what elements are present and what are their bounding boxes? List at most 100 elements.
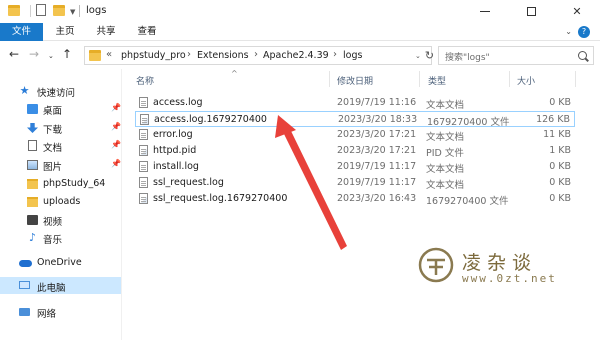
column-divider[interactable]	[329, 71, 330, 87]
tab-file[interactable]: 文件	[0, 23, 43, 41]
search-input[interactable]: 搜索"logs"	[438, 46, 594, 65]
minimize-button[interactable]	[462, 0, 508, 23]
new-folder-icon[interactable]	[53, 5, 65, 16]
sidebar-item-network[interactable]: 网络	[0, 303, 122, 320]
sidebar-item-documents[interactable]: 文档 📌	[0, 137, 122, 154]
sidebar-item-desktop[interactable]: 桌面 📌	[0, 100, 122, 117]
file-date: 2023/3/20 16:43	[337, 193, 417, 204]
address-row: ← → ⌄ ↑ « phpstudy_pro › Extensions › Ap…	[0, 41, 600, 69]
generic-file-icon	[140, 114, 149, 125]
tab-home[interactable]: 主页	[50, 23, 80, 41]
tab-share[interactable]: 共享	[91, 23, 121, 41]
refresh-icon[interactable]: ↻	[420, 47, 439, 64]
table-row[interactable]: ssl_request.log 2019/7/19 11:17 文本文档 0 K…	[135, 175, 575, 191]
table-row[interactable]: install.log 2019/7/19 11:17 文本文档 0 KB	[135, 159, 575, 175]
column-header-date[interactable]: 修改日期	[337, 74, 373, 87]
sidebar-item-this-pc[interactable]: 此电脑	[0, 277, 122, 294]
breadcrumb-logs[interactable]: logs	[343, 50, 362, 61]
download-icon	[27, 123, 38, 133]
pin-icon[interactable]: 📌	[111, 103, 121, 112]
picture-icon	[27, 160, 38, 170]
generic-file-icon	[139, 145, 148, 156]
file-type: 1679270400 文件	[426, 196, 509, 207]
breadcrumb-separator[interactable]: ›	[333, 49, 337, 60]
file-name: access.log.1679270400	[154, 114, 267, 125]
table-row[interactable]: access.log 2019/7/19 11:16 文本文档 0 KB	[135, 95, 575, 111]
help-icon[interactable]: ?	[578, 26, 590, 38]
column-divider[interactable]	[575, 71, 576, 87]
folder-icon	[27, 179, 38, 189]
sidebar-item-pictures[interactable]: 图片 📌	[0, 156, 122, 173]
up-arrow-icon[interactable]: ↑	[62, 48, 72, 60]
recent-locations-icon[interactable]: ⌄	[48, 50, 54, 62]
watermark-title: 凌杂谈	[462, 252, 538, 274]
breadcrumb-separator[interactable]: ›	[187, 49, 191, 60]
sidebar-item-label: 快速访问	[37, 88, 76, 99]
file-type: 1679270400 文件	[427, 117, 510, 128]
file-name: access.log	[153, 97, 203, 108]
column-header-type[interactable]: 类型	[428, 74, 446, 87]
sidebar-scrollbar[interactable]	[121, 69, 122, 340]
file-size: 0 KB	[549, 161, 571, 172]
title-bar: ▼ logs ✕	[0, 0, 600, 23]
folder-icon	[27, 197, 38, 207]
sidebar-item-downloads[interactable]: 下载 📌	[0, 119, 122, 136]
address-bar[interactable]: « phpstudy_pro › Extensions › Apache2.4.…	[84, 46, 432, 65]
back-arrow-icon[interactable]: ←	[9, 48, 19, 60]
file-size: 126 KB	[536, 114, 570, 125]
file-date: 2019/7/19 11:17	[337, 177, 417, 188]
sidebar-item-videos[interactable]: 视频	[0, 211, 122, 228]
sidebar-item-onedrive[interactable]: OneDrive	[0, 254, 122, 271]
table-row[interactable]: httpd.pid 2023/3/20 17:21 PID 文件 1 KB	[135, 143, 575, 159]
pin-icon[interactable]: 📌	[111, 140, 121, 149]
file-list: ^ 名称 修改日期 类型 大小 access.log 2019/7/19 11:…	[123, 69, 600, 340]
properties-icon[interactable]	[36, 4, 46, 16]
column-divider[interactable]	[419, 71, 420, 87]
column-header-name[interactable]: 名称	[136, 74, 154, 87]
file-size: 1 KB	[549, 145, 571, 156]
forward-arrow-icon[interactable]: →	[29, 48, 39, 60]
cloud-icon	[19, 260, 32, 267]
table-row[interactable]: ssl_request.log.1679270400 2023/3/20 16:…	[135, 191, 575, 207]
sidebar-item-phpstudy[interactable]: phpStudy_64	[0, 175, 122, 192]
sidebar-item-quick-access[interactable]: ★ 快速访问	[0, 82, 122, 99]
column-header-size[interactable]: 大小	[517, 74, 535, 87]
address-overflow[interactable]: «	[106, 49, 112, 60]
sidebar-item-label: 网络	[37, 309, 57, 320]
file-size: 0 KB	[549, 97, 571, 108]
file-type: PID 文件	[426, 148, 464, 159]
sidebar-item-label: OneDrive	[37, 257, 82, 268]
breadcrumb-apache[interactable]: Apache2.4.39	[263, 50, 329, 61]
watermark-logo	[418, 247, 454, 283]
search-icon	[578, 51, 587, 60]
desktop-icon	[27, 104, 38, 114]
sidebar-item-label: 桌面	[43, 106, 63, 117]
quick-access-dropdown-icon[interactable]: ▼	[70, 8, 75, 16]
file-name: ssl_request.log.1679270400	[153, 193, 288, 204]
file-date: 2023/3/20 18:33	[338, 114, 418, 125]
window-title: logs	[86, 5, 107, 16]
expand-ribbon-icon[interactable]: ⌄	[565, 27, 572, 36]
breadcrumb-separator[interactable]: ›	[254, 49, 258, 60]
table-row[interactable]: access.log.1679270400 2023/3/20 18:33 16…	[135, 111, 575, 128]
document-icon	[28, 140, 37, 151]
table-row[interactable]: error.log 2023/3/20 17:21 文本文档 11 KB	[135, 127, 575, 143]
sidebar-item-music[interactable]: ♪ 音乐	[0, 229, 122, 246]
tab-view[interactable]: 查看	[132, 23, 162, 41]
pin-icon[interactable]: 📌	[111, 159, 121, 168]
breadcrumb-phpstudy-pro[interactable]: phpstudy_pro	[121, 50, 186, 61]
generic-file-icon	[139, 193, 148, 204]
column-divider[interactable]	[509, 71, 510, 87]
star-icon: ★	[19, 84, 30, 97]
navigation-pane: ★ 快速访问 桌面 📌 下载 📌 文档 📌 图片 📌 phpStudy_64 u…	[0, 69, 122, 340]
watermark-url: www.0zt.net	[462, 272, 557, 285]
maximize-button[interactable]	[508, 0, 554, 23]
file-type: 文本文档	[426, 100, 465, 111]
file-type: 文本文档	[426, 180, 465, 191]
ribbon-tabs: 文件 主页 共享 查看 ⌄ ?	[0, 23, 600, 41]
file-size: 11 KB	[543, 129, 571, 140]
close-button[interactable]: ✕	[554, 0, 600, 23]
sidebar-item-uploads[interactable]: uploads	[0, 193, 122, 210]
pin-icon[interactable]: 📌	[111, 122, 121, 131]
breadcrumb-extensions[interactable]: Extensions	[197, 50, 249, 61]
